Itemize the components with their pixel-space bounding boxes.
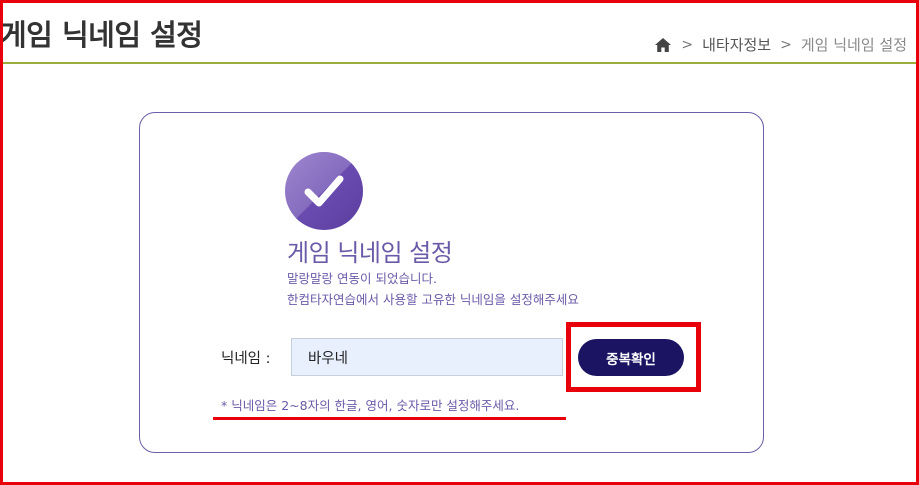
check-circle-icon [285,152,363,230]
card-description-line2: 한컴타자연습에서 사용할 고유한 닉네임을 설정해주세요 [287,292,579,307]
card-description-line1: 말랑말랑 연동이 되었습니다. [287,271,437,286]
title-divider [3,62,916,64]
hint-underline-annotation [213,417,566,420]
breadcrumb-separator-icon: > [681,36,694,53]
breadcrumb-current: 게임 닉네임 설정 [800,36,907,54]
page-title: 게임 닉네임 설정 [0,18,203,52]
card-title: 게임 닉네임 설정 [287,239,453,267]
breadcrumb-separator-icon: > [780,36,792,53]
nickname-hint: * 닉네임은 2~8자의 한글, 영어, 숫자로만 설정해주세요. [221,398,520,413]
breadcrumb: > 내타자정보 > 게임 닉네임 설정 [654,34,907,55]
nickname-label: 닉네임 : [221,351,271,367]
duplicate-check-button[interactable]: 중복확인 [578,339,684,376]
nickname-input[interactable] [291,338,563,376]
breadcrumb-my-typing-info[interactable]: 내타자정보 [702,34,771,55]
home-icon[interactable] [654,37,672,53]
